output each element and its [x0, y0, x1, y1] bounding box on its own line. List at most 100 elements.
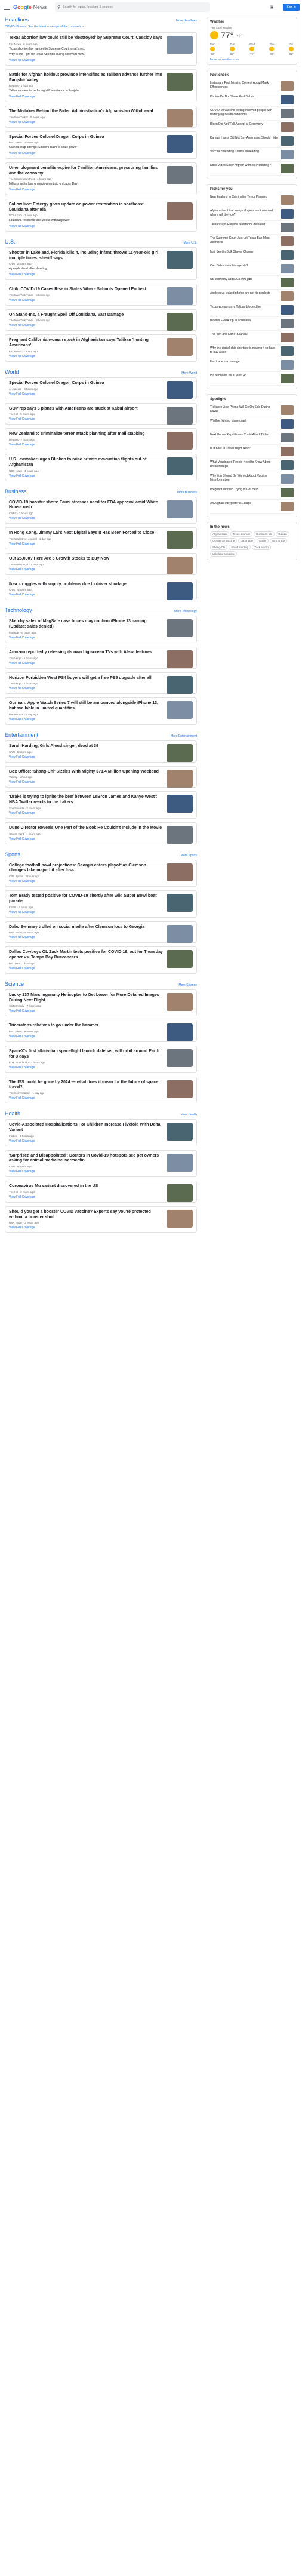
story-card[interactable]: Special Forces Colonel Dragon Corps in G… [5, 377, 197, 399]
headline-link[interactable]: On Stand-Ins, a Fraught Spell Off Louisi… [9, 313, 193, 318]
spotlight-item[interactable]: Pregnant Women Trying to Get Help [210, 486, 294, 500]
full-coverage-link[interactable]: View Full Coverage [9, 718, 193, 721]
spotlight-item[interactable]: 'Reliance Jio's Phone Will Go On Sale Du… [210, 404, 294, 417]
fact-check-item-text[interactable]: Instagram Post Missing Context About Mas… [210, 81, 278, 91]
full-coverage-link[interactable]: View Full Coverage [9, 967, 193, 970]
related-story-link[interactable]: Millions set to lose unemployment aid on… [9, 182, 193, 186]
pick-item[interactable]: The Supreme Court Just Let Texas Ban Mos… [210, 235, 294, 248]
full-coverage-link[interactable]: View Full Coverage [9, 687, 193, 690]
related-story-link[interactable]: Louisiana residents face weeks without p… [9, 219, 193, 223]
story-thumbnail[interactable] [167, 1153, 193, 1172]
full-coverage-link[interactable]: View Full Coverage [9, 837, 193, 841]
related-story-link[interactable]: Taliban appear to be facing stiff resist… [9, 89, 193, 93]
headline-link[interactable]: Pregnant California woman stuck in Afgha… [9, 338, 193, 349]
spotlight-item[interactable]: Is It Safe to Travel Right Now? [210, 445, 294, 459]
full-coverage-link[interactable]: View Full Coverage [9, 1009, 193, 1013]
more-health-link[interactable]: More Health [181, 1113, 197, 1117]
more-technology-link[interactable]: More Technology [174, 610, 197, 613]
headlines-title[interactable]: Headlines [5, 17, 29, 23]
related-story-link[interactable]: Guinea coup attempt: Soldiers claim to s… [9, 146, 193, 150]
google-news-logo[interactable]: Google News [13, 4, 47, 10]
pick-item-text[interactable]: The Supreme Court Just Let Texas Ban Mos… [210, 236, 278, 246]
headline-link[interactable]: Covid-Associated Hospitalizations For Ch… [9, 1123, 193, 1133]
more-world-link[interactable]: More World [181, 371, 197, 375]
story-thumbnail[interactable] [167, 675, 193, 694]
headline-link[interactable]: The Mistakes Behind the Biden Administra… [9, 109, 193, 115]
story-thumbnail[interactable] [167, 1080, 193, 1098]
more-sports-link[interactable]: More Sports [181, 854, 197, 857]
pick-item[interactable]: Apple says leaked photos are not its pro… [210, 290, 294, 303]
covid-link[interactable]: COVID-19 news: See the latest coverage o… [5, 25, 84, 29]
business-title[interactable]: Business [5, 488, 27, 494]
spotlight-item[interactable]: Wildfire fighting plane crash [210, 417, 294, 431]
full-coverage-link[interactable]: View Full Coverage [9, 474, 193, 478]
headline-link[interactable]: Battle for Afghan holdout province inten… [9, 73, 193, 84]
related-story-link[interactable]: Texas abortion law handed to Supreme Cou… [9, 47, 193, 51]
story-card[interactable]: College football bowl projections: Georg… [5, 859, 197, 887]
topic-chip[interactable]: Texas abortion [230, 531, 253, 537]
health-title[interactable]: Health [5, 1111, 20, 1117]
story-card[interactable]: Horizon Forbidden West PS4 buyers will g… [5, 672, 197, 694]
full-coverage-link[interactable]: View Full Coverage [9, 1195, 193, 1199]
story-card[interactable]: New Zealand to criminalize terror attack… [5, 428, 197, 450]
pick-item[interactable]: Afghanistan: How many refugees are there… [210, 207, 294, 221]
story-card[interactable]: Dallas Cowboys OL Zack Martin tests posi… [5, 946, 197, 974]
fact-check-item[interactable]: Instagram Post Missing Context About Mas… [210, 79, 294, 93]
story-thumbnail[interactable] [167, 825, 193, 844]
headline-link[interactable]: Tom Brady tested positive for COVID-19 s… [9, 894, 193, 905]
story-thumbnail[interactable] [167, 743, 193, 762]
more-science-link[interactable]: More Science [178, 983, 197, 987]
fact-check-item-text[interactable]: Vaccine Shedding Claims Misleading [210, 150, 259, 159]
apps-grid-icon[interactable]: ▣ [270, 5, 274, 10]
story-thumbnail[interactable] [167, 992, 193, 1011]
full-coverage-link[interactable]: View Full Coverage [9, 1035, 193, 1038]
story-thumbnail[interactable] [167, 582, 193, 600]
headline-link[interactable]: Coronavirus Mu variant discovered in the… [9, 1184, 193, 1189]
fact-check-item-text[interactable]: COVID-19 vaccine testing involved people… [210, 109, 278, 118]
story-card[interactable]: On Stand-Ins, a Fraught Spell Off Louisi… [5, 309, 197, 331]
pick-item-text[interactable]: Ida remnants kill at least 46 [210, 374, 246, 383]
headline-link[interactable]: College football bowl projections: Georg… [9, 863, 193, 874]
pick-item[interactable]: Texas woman says Taliban blocked her [210, 303, 294, 317]
headline-link[interactable]: The ISS could be gone by 2024 — what doe… [9, 1080, 193, 1091]
pick-item[interactable]: Mail Sent in Bulk Shows Change [210, 248, 294, 262]
story-card[interactable]: U.S. lawmaker urges Blinken to raise pri… [5, 454, 197, 481]
full-coverage-link[interactable]: View Full Coverage [9, 780, 193, 784]
spotlight-item-text[interactable]: Pregnant Women Trying to Get Help [210, 488, 258, 497]
related-story-link[interactable]: 4 people dead after shooting [9, 267, 193, 271]
search-bar[interactable]: ⚲ [55, 2, 210, 12]
story-card[interactable]: Amazon reportedly releasing its own big-… [5, 646, 197, 669]
full-coverage-link[interactable]: View Full Coverage [9, 59, 193, 62]
covid-banner[interactable]: COVID-19 news: See the latest coverage o… [5, 25, 197, 29]
topic-chip[interactable]: Zack Martin [252, 545, 271, 550]
story-thumbnail[interactable] [167, 795, 193, 813]
story-card[interactable]: Ikea struggles with supply problems due … [5, 578, 197, 601]
story-thumbnail[interactable] [167, 500, 193, 518]
search-icon[interactable]: ⚲ [57, 5, 60, 10]
topic-chip[interactable]: COVID-19 vaccine [210, 538, 238, 543]
topic-chip[interactable]: Afghanistan [210, 531, 229, 537]
pick-item[interactable]: The 'Ten and Done' Scandal [210, 331, 294, 345]
fact-check-item-text[interactable]: Biden Did Not 'Fall Asleep' at Ceremony [210, 122, 263, 132]
story-thumbnail[interactable] [167, 619, 193, 638]
pick-item-text[interactable]: Taliban says Panjshir resistance defeate… [210, 223, 265, 232]
us-title[interactable]: U.S. [5, 239, 16, 245]
fact-check-item[interactable]: Kamala Harris Did Not Say Americans Shou… [210, 134, 294, 148]
full-coverage-link[interactable]: View Full Coverage [9, 95, 193, 99]
pick-item[interactable]: Biden's FEMA trip to Louisiana [210, 317, 294, 331]
headline-link[interactable]: Dune Director Reveals One Part of the Bo… [9, 826, 193, 831]
pick-item[interactable]: US economy adds 235,000 jobs [210, 276, 294, 290]
topic-chip[interactable]: Labor Day [238, 538, 256, 543]
story-thumbnail[interactable] [167, 1049, 193, 1067]
headline-link[interactable]: Out 25,000? Here Are 5 Growth Stocks to … [9, 557, 193, 562]
full-coverage-link[interactable]: View Full Coverage [9, 355, 193, 358]
headline-link[interactable]: Triceratops relatives to go under the ha… [9, 1023, 193, 1029]
story-thumbnail[interactable] [167, 406, 193, 425]
headline-link[interactable]: SpaceX's first all-civilian spaceflight … [9, 1049, 193, 1060]
search-input[interactable] [63, 5, 207, 9]
story-thumbnail[interactable] [167, 134, 193, 153]
story-card[interactable]: GOP rep says 6 planes with Americans are… [5, 402, 197, 425]
full-coverage-link[interactable]: View Full Coverage [9, 1170, 193, 1173]
full-coverage-link[interactable]: View Full Coverage [9, 755, 193, 759]
full-coverage-link[interactable]: View Full Coverage [9, 273, 193, 276]
